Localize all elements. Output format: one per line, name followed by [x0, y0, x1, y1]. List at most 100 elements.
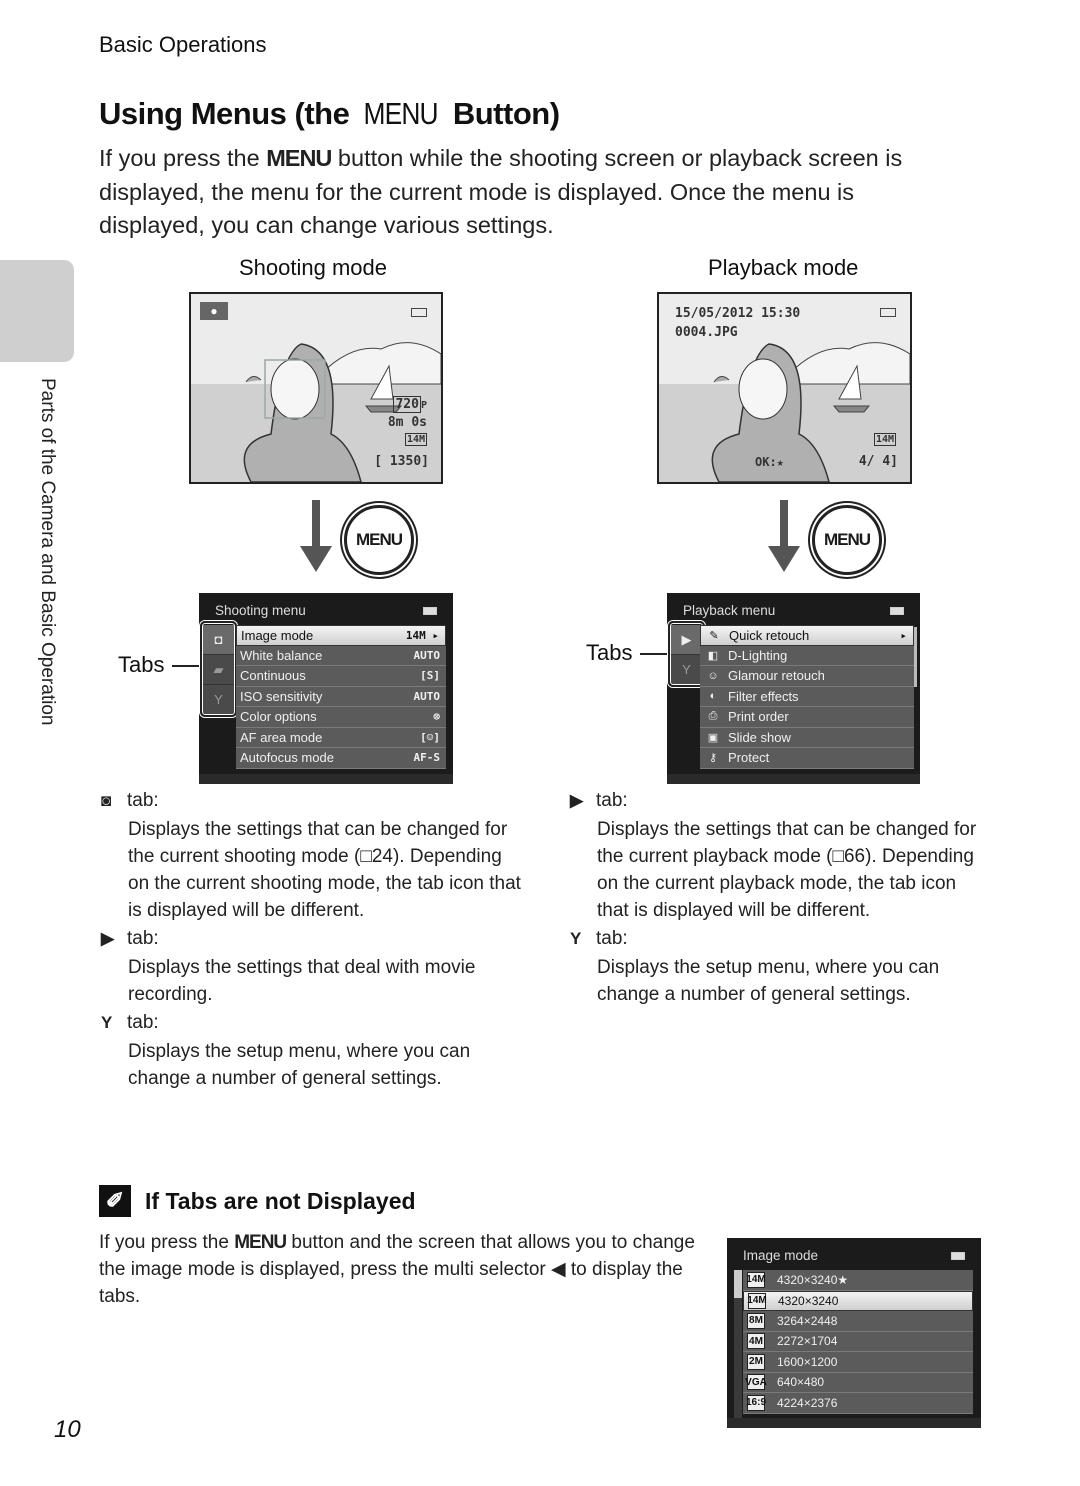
image-mode-label: 640×480	[777, 1375, 825, 1390]
image-mode-option[interactable]: 14M 4320×3240★	[743, 1270, 973, 1291]
tab-description-text: Displays the setup menu, where you can c…	[128, 1041, 471, 1089]
menu-item[interactable]: White balance AUTO	[236, 646, 446, 666]
glamour-retouch-icon: ☺	[707, 669, 719, 682]
menu-keyword: MENU	[234, 1232, 287, 1253]
menu-item[interactable]: Color options ⊗	[236, 707, 446, 728]
menu-item-label: D-Lighting	[728, 647, 788, 663]
menu-item-value: ▸	[900, 628, 907, 642]
image-mode-option[interactable]: VGA 640×480	[743, 1373, 973, 1393]
battery-icon	[951, 1252, 965, 1260]
menu-item[interactable]: ⚷ Protect	[700, 748, 914, 769]
filter-effects-icon: ◐	[709, 690, 717, 703]
play-icon: ▶	[570, 791, 584, 810]
slide-show-icon: ▣	[707, 731, 719, 744]
tab-description-label: tab:	[596, 790, 628, 811]
menu-item[interactable]: Continuous [S]	[236, 666, 446, 687]
down-arrow-icon	[768, 500, 800, 572]
menu-item-label: Glamour retouch	[728, 668, 825, 684]
note-text: If you press the	[99, 1232, 235, 1253]
menu-item-label: Quick retouch	[729, 627, 810, 643]
quick-retouch-icon: ✎	[709, 629, 719, 642]
image-mode-option[interactable]: 2M 1600×1200	[743, 1352, 973, 1373]
playback-menu-screen: Playback menu ▶ Y ✎ Quick retouch ▸ ◧ D-Light…	[667, 593, 920, 784]
image-mode-label: 2272×1704	[777, 1334, 838, 1349]
menu-item[interactable]: ⎙ Print order	[700, 707, 914, 728]
d-lighting-icon: ◧	[707, 649, 719, 662]
playback-mode-label: Playback mode	[708, 255, 859, 280]
menu-item-label: Autofocus mode	[240, 750, 334, 766]
image-mode-label: 1600×1200	[777, 1354, 838, 1369]
menu-item-label: Slide show	[728, 729, 791, 745]
image-size-icon: 8M	[747, 1312, 765, 1329]
menu-title: Playback menu	[683, 603, 776, 618]
menu-item-value: ⊗	[433, 710, 440, 724]
paperclip-icon: ✐	[99, 1185, 131, 1217]
image-size-icon: 16:9	[746, 1394, 766, 1411]
tab-description-heading: ▶ tab:	[570, 790, 990, 812]
image-mode-label: 4320×3240	[778, 1293, 839, 1308]
title-text-end: Button)	[444, 96, 560, 131]
tabs-callout-line	[172, 665, 202, 667]
image-size-indicator: 14M	[873, 433, 896, 446]
tab-description-heading: ▶ tab:	[101, 928, 521, 950]
shooting-screen: ● 720 P 8m 0s 14M [ 1350]	[189, 292, 443, 484]
scrollbar[interactable]	[914, 627, 917, 687]
tabs-callout-label: Tabs	[118, 652, 165, 677]
menu-item-value: AUTO	[413, 689, 441, 703]
image-size-icon: VGA	[745, 1374, 767, 1391]
menu-item[interactable]: Autofocus mode AF-S	[236, 748, 446, 769]
image-mode-option[interactable]: 4M 2272×1704	[743, 1332, 973, 1352]
menu-list: ✎ Quick retouch ▸ ◧ D-Lighting ☺ Glamour retou…	[700, 625, 914, 769]
tab-description-text: Displays the setup menu, where you can c…	[597, 957, 940, 1005]
menu-item[interactable]: ISO sensitivity AUTO	[236, 687, 446, 707]
battery-icon	[423, 607, 437, 615]
menu-item-value: [☺]	[420, 730, 440, 744]
menu-item[interactable]: Image mode 14M ▸	[236, 625, 446, 646]
menu-item[interactable]: AF area mode [☺]	[236, 728, 446, 748]
menu-item-label: Continuous	[240, 668, 306, 684]
menu-footer	[727, 1418, 981, 1428]
image-mode-label: 3264×2448	[777, 1313, 838, 1328]
menu-keyword: MENU	[266, 145, 332, 171]
image-mode-label: 4224×2376	[777, 1395, 838, 1410]
menu-item[interactable]: ▣ Slide show	[700, 728, 914, 748]
image-size-icon: 4M	[747, 1333, 765, 1350]
note-title: If Tabs are not Displayed	[145, 1187, 416, 1214]
page-title: Using Menus (the MENU Button)	[99, 96, 560, 132]
image-size-icon: 14M	[747, 1292, 767, 1309]
protect-icon: ⚷	[708, 752, 718, 765]
print-order-icon: ⎙	[708, 710, 718, 723]
tab-description-heading: Ytab:	[570, 928, 990, 950]
movie-icon: ▶	[101, 929, 115, 948]
menu-item-value: [S]	[420, 669, 440, 683]
tab-description-label: tab:	[127, 790, 159, 811]
menu-button[interactable]: MENU	[344, 505, 414, 575]
menu-item-label: Color options	[240, 709, 317, 725]
shooting-menu-screen: Shooting menu ◘ ▰ Y Image mode 14M ▸ White b…	[199, 593, 453, 784]
image-size-icon: 2M	[747, 1353, 765, 1370]
menu-item[interactable]: ✎ Quick retouch ▸	[700, 625, 914, 646]
chapter-title: Parts of the Camera and Basic Operation	[37, 378, 58, 726]
menu-button[interactable]: MENU	[812, 505, 882, 575]
movie-size-indicator: 720 P	[393, 396, 427, 413]
image-size-indicator: 14M	[404, 433, 427, 446]
image-mode-option[interactable]: 8M 3264×2448	[743, 1311, 973, 1332]
menu-item[interactable]: ☺ Glamour retouch	[700, 666, 914, 687]
tab-description-text: Displays the settings that can be change…	[597, 819, 977, 921]
menu-title: Image mode	[743, 1248, 819, 1263]
image-mode-menu-screen: Image mode 14M 4320×3240★ 14M 4320×3240 8M 32…	[727, 1238, 981, 1428]
playback-tab-descriptions: ▶ tab: Displays the settings that can be c…	[570, 790, 990, 1012]
menu-footer	[667, 774, 920, 784]
menu-keyword: MENU	[363, 96, 439, 131]
image-mode-option[interactable]: 16:9 4224×2376	[743, 1393, 973, 1414]
wrench-icon: Y	[101, 1013, 113, 1032]
menu-item[interactable]: ◐ Filter effects	[700, 687, 914, 707]
battery-icon	[411, 308, 427, 317]
tab-description-label: tab:	[127, 928, 159, 949]
tabs-callout-line	[640, 653, 670, 655]
image-mode-option[interactable]: 14M 4320×3240	[743, 1290, 973, 1311]
battery-icon	[890, 607, 904, 615]
menu-item[interactable]: ◧ D-Lighting	[700, 646, 914, 666]
scrollbar[interactable]	[734, 1270, 742, 1420]
tab-description-label: tab:	[127, 1012, 159, 1033]
